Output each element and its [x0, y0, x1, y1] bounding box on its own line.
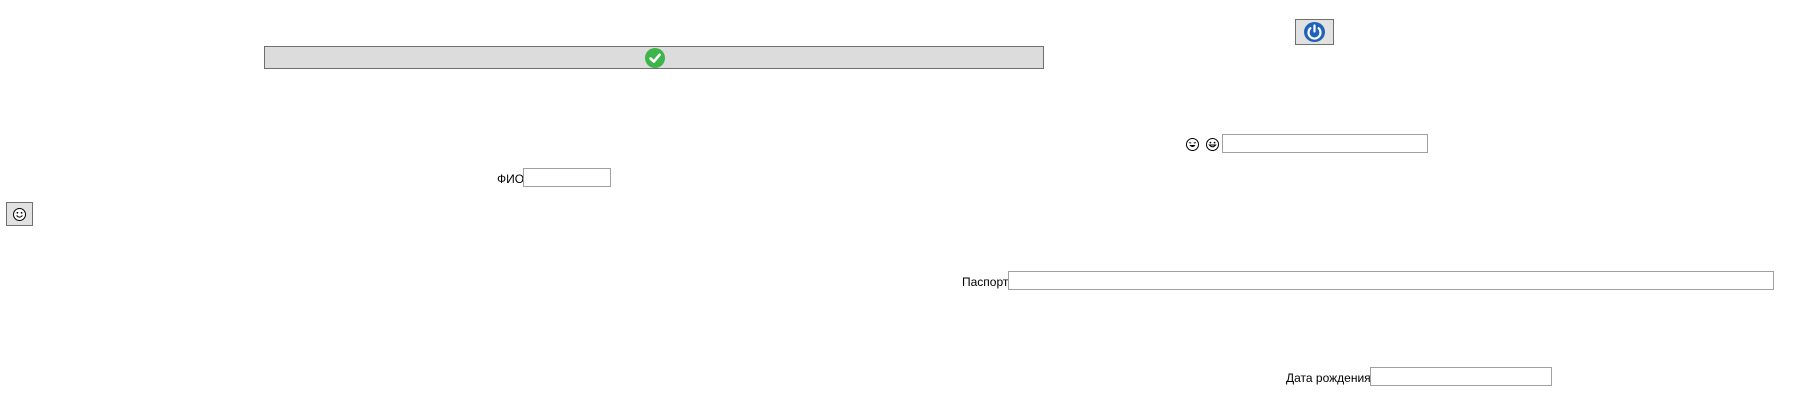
fio-label: ФИО — [497, 172, 525, 186]
laughing-face-icon — [1186, 138, 1199, 151]
power-button[interactable] — [1295, 19, 1334, 45]
smiley-button[interactable] — [6, 202, 33, 226]
status-bar[interactable] — [264, 46, 1044, 69]
grinning-face-icon — [1206, 138, 1219, 151]
birthdate-input[interactable] — [1370, 367, 1552, 386]
power-icon — [1304, 22, 1325, 42]
check-circle-icon — [645, 48, 665, 68]
passport-label: Паспорт — [962, 275, 1009, 289]
smiley-icon — [13, 208, 26, 221]
birthdate-label: Дата рождения — [1286, 371, 1371, 385]
passport-input[interactable] — [1008, 271, 1774, 290]
emoji-input[interactable] — [1222, 134, 1428, 153]
fio-input[interactable] — [523, 168, 611, 187]
